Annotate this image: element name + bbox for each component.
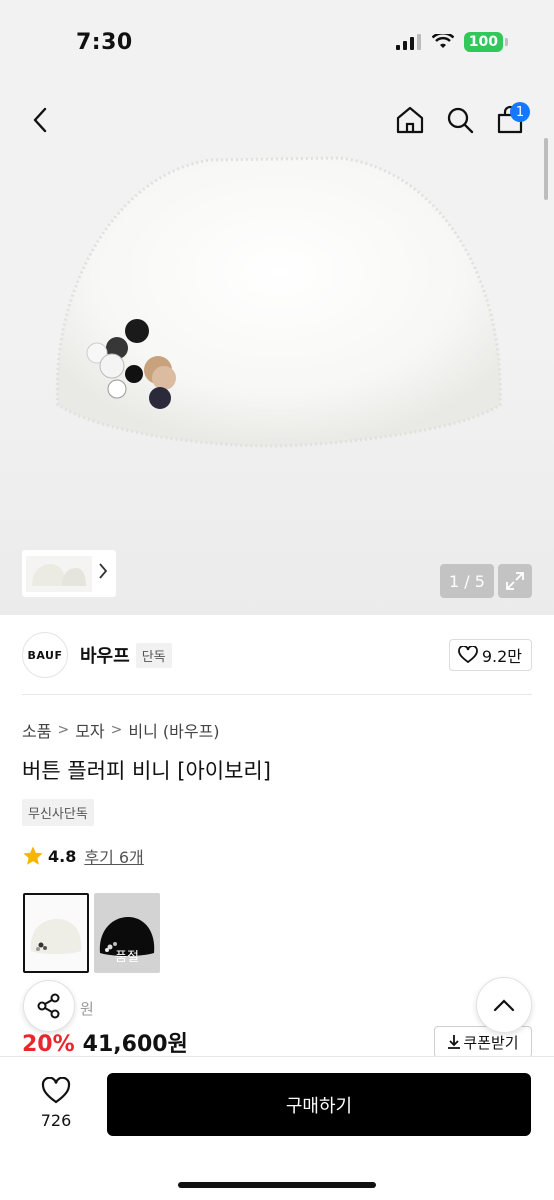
divider	[22, 694, 532, 695]
rating-value: 4.8	[48, 846, 77, 866]
breadcrumb-item[interactable]: 소품	[22, 718, 51, 742]
thumbnail-images	[26, 555, 92, 592]
battery-level: 100	[468, 34, 498, 50]
chevron-right-icon: >	[110, 722, 123, 738]
image-counter: 1 / 5	[440, 564, 494, 598]
bottom-action-bar: 726 구매하기	[0, 1056, 554, 1200]
share-button[interactable]	[23, 980, 75, 1032]
home-icon	[396, 106, 424, 134]
download-icon	[448, 1035, 461, 1049]
brand-like-count: 9.2만	[481, 647, 522, 666]
top-nav: 1	[0, 96, 554, 146]
brand-exclusive-tag: 단독	[135, 642, 172, 668]
thumbnail-strip[interactable]	[22, 550, 116, 597]
back-button[interactable]	[18, 96, 62, 144]
coupon-button[interactable]: 쿠폰받기	[434, 1026, 532, 1058]
exclusive-badge: 무신사단독	[22, 799, 94, 826]
sale-price: 41,600원	[82, 1032, 188, 1057]
share-icon	[37, 993, 60, 1019]
signal-icon	[395, 34, 421, 50]
wishlist-count: 726	[40, 1111, 72, 1130]
star-icon	[23, 846, 43, 865]
product-image-gallery[interactable]	[0, 0, 554, 615]
rating-row: 4.8 후기 6개	[22, 844, 144, 868]
battery-cap	[505, 38, 508, 46]
buy-button[interactable]: 구매하기	[107, 1073, 531, 1136]
status-bar: 7:30 100	[0, 0, 554, 84]
breadcrumb-item[interactable]: 모자	[75, 718, 104, 742]
color-option-ivory[interactable]	[23, 893, 89, 973]
brand-logo[interactable]: BAUF	[22, 632, 68, 678]
review-link[interactable]: 후기 6개	[84, 844, 143, 868]
home-indicator	[178, 1182, 376, 1188]
color-thumbnail	[30, 919, 82, 954]
chevron-right-icon	[99, 563, 108, 579]
breadcrumb: 소품 > 모자 > 비니 (바우프)	[22, 718, 220, 742]
chevron-up-icon	[493, 999, 515, 1012]
product-main-image	[55, 156, 502, 448]
breadcrumb-item[interactable]: 비니 (바우프)	[128, 718, 219, 742]
status-icons: 100	[395, 32, 508, 52]
home-button[interactable]	[388, 96, 432, 144]
status-time: 7:30	[76, 29, 133, 55]
brand-like-button[interactable]: 9.2만	[448, 639, 532, 671]
wishlist-button[interactable]: 726	[30, 1077, 82, 1130]
scroll-top-button[interactable]	[476, 977, 532, 1033]
search-icon	[447, 107, 474, 134]
scrollbar[interactable]	[544, 138, 548, 200]
product-title: 버튼 플러피 비니 [아이보리]	[22, 759, 271, 783]
wifi-icon	[431, 34, 454, 48]
cart-count-badge: 1	[510, 102, 530, 122]
heart-icon	[41, 1077, 71, 1104]
discount-rate: 20%	[22, 1032, 75, 1057]
original-price: 원	[80, 1000, 94, 1018]
battery-icon: 100	[463, 32, 503, 52]
brand-name[interactable]: 바우프	[80, 642, 130, 668]
expand-button[interactable]	[498, 564, 532, 598]
brand-row[interactable]: BAUF 바우프 단독 9.2만	[22, 632, 532, 678]
search-button[interactable]	[438, 96, 482, 144]
coupon-label: 쿠폰받기	[463, 1033, 519, 1052]
heart-icon	[457, 646, 478, 664]
color-option-black[interactable]: 품절	[94, 893, 160, 973]
soldout-label: 품절	[115, 950, 139, 965]
expand-icon	[506, 572, 524, 590]
chevron-right-icon: >	[57, 722, 70, 738]
cart-button[interactable]: 1	[488, 96, 532, 144]
back-arrow-icon	[33, 107, 47, 133]
